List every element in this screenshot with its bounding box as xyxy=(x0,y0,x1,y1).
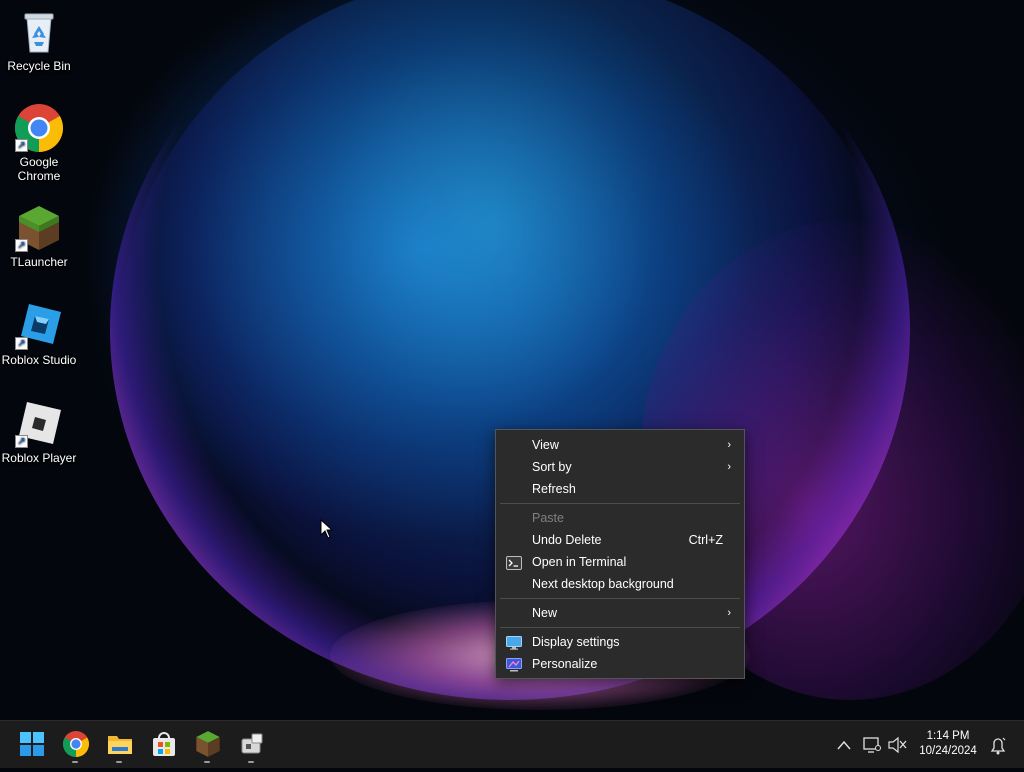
chevron-right-icon: › xyxy=(727,461,731,473)
roblox-studio-icon: ↗ xyxy=(15,302,63,350)
desktop-icon-recycle-bin[interactable]: Recycle Bin xyxy=(0,8,78,73)
menu-item-personalize[interactable]: Personalize xyxy=(496,653,744,675)
menu-item-label: View xyxy=(532,438,559,452)
menu-item-refresh[interactable]: Refresh xyxy=(496,478,744,500)
terminal-icon xyxy=(506,555,522,570)
desktop-context-menu: View › Sort by › Refresh Paste Undo Dele… xyxy=(495,429,745,679)
taskbar-tlauncher-button[interactable] xyxy=(194,730,222,763)
taskbar-chrome-button[interactable] xyxy=(62,730,90,763)
roblox-player-icon: ↗ xyxy=(15,400,63,448)
menu-item-label: Personalize xyxy=(532,657,598,671)
network-icon xyxy=(863,737,881,753)
menu-item-undo-delete[interactable]: Undo Delete Ctrl+Z xyxy=(496,529,744,551)
desktop-icon-label-line2: Chrome xyxy=(17,169,61,183)
personalize-icon xyxy=(506,657,522,672)
desktop-icon-label: Recycle Bin xyxy=(7,59,71,73)
tlauncher-icon: ↗ xyxy=(15,204,63,252)
menu-separator xyxy=(500,503,740,504)
desktop-icon-google-chrome[interactable]: ↗ Google Chrome xyxy=(0,104,78,183)
chrome-icon xyxy=(62,731,90,757)
menu-item-label: Open in Terminal xyxy=(532,555,627,569)
chrome-icon: ↗ xyxy=(14,104,64,152)
microsoft-store-icon xyxy=(153,732,175,756)
running-indicator xyxy=(72,761,78,763)
menu-item-label: Undo Delete xyxy=(532,533,602,547)
start-icon xyxy=(20,732,44,756)
menu-item-view[interactable]: View › xyxy=(496,434,744,456)
running-indicator xyxy=(248,761,254,763)
menu-item-label: Paste xyxy=(532,511,564,525)
menu-item-label: Next desktop background xyxy=(532,577,674,591)
chevron-right-icon: › xyxy=(727,607,731,619)
menu-item-display-settings[interactable]: Display settings xyxy=(496,631,744,653)
mouse-cursor-icon xyxy=(320,519,334,539)
roblox-studio-icon xyxy=(241,733,263,754)
desktop-icon-roblox-player[interactable]: ↗ Roblox Player xyxy=(0,400,78,465)
taskbar: 1:14 PM 10/24/2024 xyxy=(0,720,1024,768)
menu-item-label: Display settings xyxy=(532,635,620,649)
tray-volume-button[interactable] xyxy=(886,721,910,769)
menu-separator xyxy=(500,598,740,599)
shortcut-arrow-icon: ↗ xyxy=(15,239,28,252)
taskbar-microsoft-store-button[interactable] xyxy=(150,730,178,758)
tray-network-button[interactable] xyxy=(860,721,886,769)
menu-item-label: New xyxy=(532,606,558,620)
tlauncher-icon xyxy=(196,731,220,757)
shortcut-arrow-icon: ↗ xyxy=(15,337,28,350)
file-explorer-icon xyxy=(108,736,132,754)
taskbar-clock[interactable]: 1:14 PM 10/24/2024 xyxy=(912,729,984,759)
desktop-icon-label-line1: Google xyxy=(19,155,59,169)
tray-overflow-button[interactable] xyxy=(834,721,854,769)
menu-item-new[interactable]: New › xyxy=(496,602,744,624)
desktop-icon-roblox-studio[interactable]: ↗ Roblox Studio xyxy=(0,302,78,367)
clock-time: 1:14 PM xyxy=(926,730,970,742)
display-icon xyxy=(506,635,522,650)
start-button[interactable] xyxy=(18,730,46,758)
taskbar-file-explorer-button[interactable] xyxy=(106,730,134,763)
desktop-icon-tlauncher[interactable]: ↗ TLauncher xyxy=(0,204,78,269)
menu-item-shortcut: Ctrl+Z xyxy=(688,533,723,547)
volume-muted-icon xyxy=(888,736,907,754)
desktop-icon-label: Roblox Player xyxy=(1,451,77,465)
taskbar-roblox-studio-button[interactable] xyxy=(238,730,266,763)
menu-item-open-in-terminal[interactable]: Open in Terminal xyxy=(496,551,744,573)
shortcut-arrow-icon: ↗ xyxy=(15,139,28,152)
clock-date: 10/24/2024 xyxy=(919,745,977,757)
chevron-up-icon xyxy=(837,740,851,750)
desktop-icon-label: Roblox Studio xyxy=(1,353,77,367)
notification-center-button[interactable] xyxy=(986,721,1010,769)
menu-item-next-desktop-background[interactable]: Next desktop background xyxy=(496,573,744,595)
running-indicator xyxy=(116,761,122,763)
menu-item-sort-by[interactable]: Sort by › xyxy=(496,456,744,478)
menu-separator xyxy=(500,627,740,628)
recycle-bin-icon xyxy=(15,8,63,56)
running-indicator xyxy=(204,761,210,763)
chevron-right-icon: › xyxy=(727,439,731,451)
notification-bell-icon xyxy=(990,737,1006,755)
menu-item-label: Refresh xyxy=(532,482,576,496)
desktop-icon-label: TLauncher xyxy=(10,255,68,269)
menu-item-label: Sort by xyxy=(532,460,572,474)
shortcut-arrow-icon: ↗ xyxy=(15,435,28,448)
menu-item-paste: Paste xyxy=(496,507,744,529)
